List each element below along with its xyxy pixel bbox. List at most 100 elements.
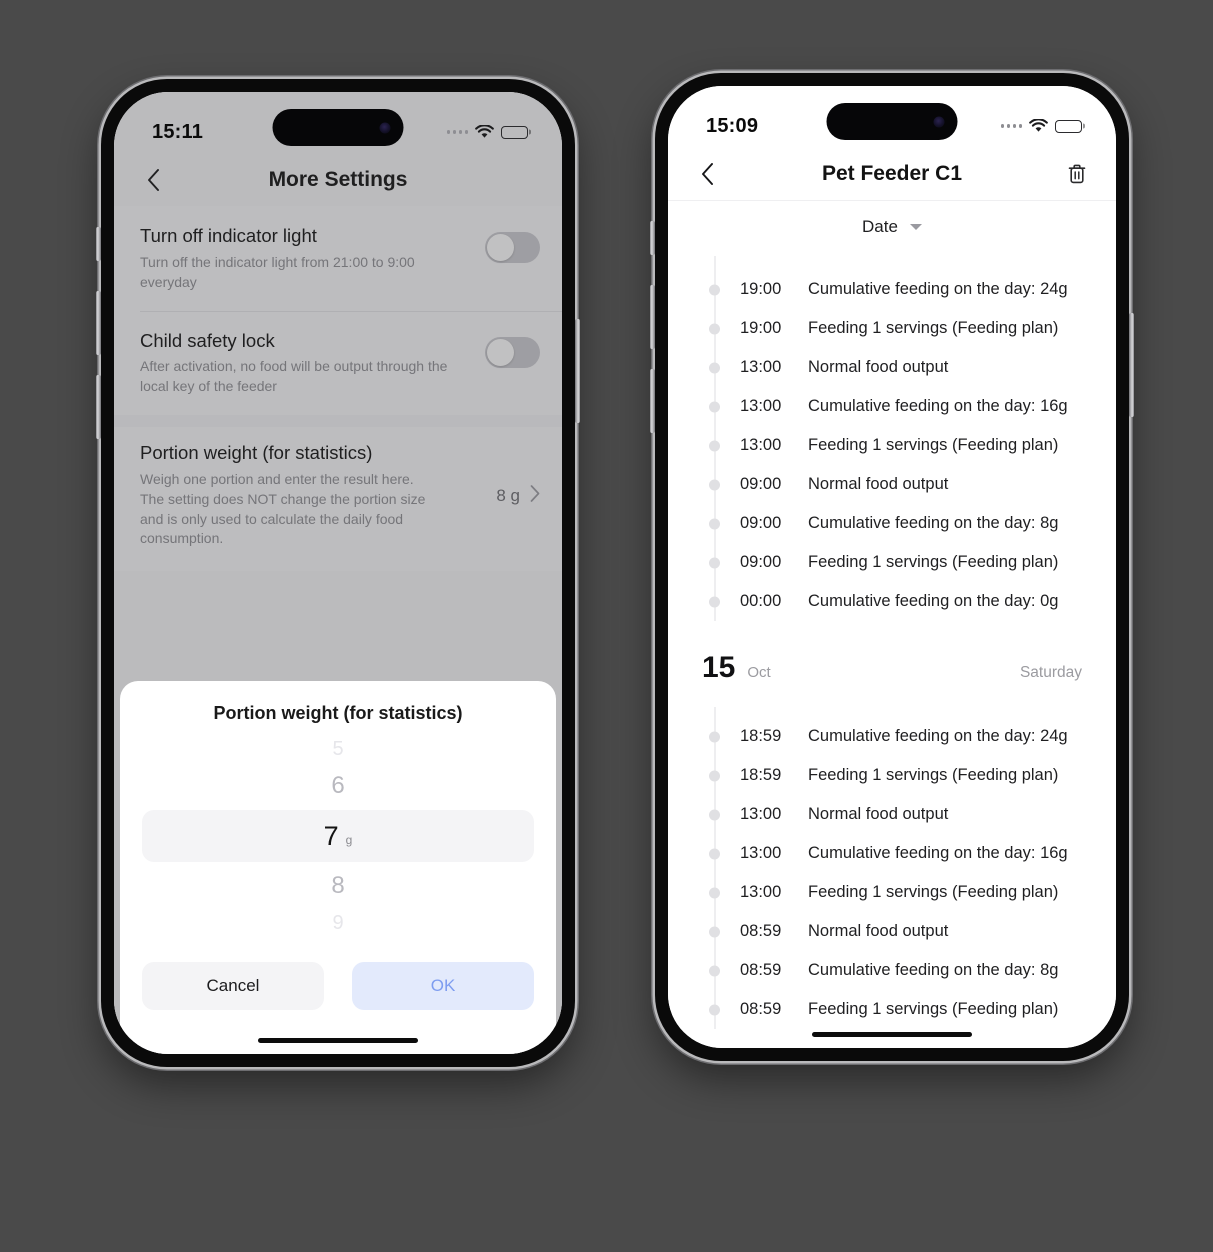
record-row[interactable]: 18:59 Feeding 1 servings (Feeding plan): [668, 756, 1116, 795]
record-row[interactable]: 09:00 Normal food output: [668, 465, 1116, 504]
front-camera-icon: [933, 116, 945, 127]
timeline-dot-icon: [709, 323, 720, 334]
phone-right-feeding-records: 15:09 Pet Feeder C1 Date 19:00 Cumulativ…: [650, 73, 1134, 1061]
power-button[interactable]: [575, 319, 580, 423]
record-time: 13:00: [740, 436, 782, 454]
record-row[interactable]: 19:00 Feeding 1 servings (Feeding plan): [668, 309, 1116, 348]
record-time: 08:59: [740, 961, 782, 979]
record-time: 13:00: [740, 883, 782, 901]
date-filter-label: Date: [862, 216, 898, 236]
mute-switch-button[interactable]: [96, 227, 101, 261]
picker-option[interactable]: 9: [142, 910, 534, 936]
record-row[interactable]: 08:59 Cumulative feeding on the day: 8g: [668, 951, 1116, 990]
record-row[interactable]: 18:59 Cumulative feeding on the day: 24g: [668, 717, 1116, 756]
record-row[interactable]: 13:00 Normal food output: [668, 795, 1116, 834]
mute-switch-button[interactable]: [650, 221, 655, 255]
record-row[interactable]: 13:00 Feeding 1 servings (Feeding plan): [668, 426, 1116, 465]
record-row[interactable]: 09:00 Cumulative feeding on the day: 8g: [668, 504, 1116, 543]
record-row[interactable]: 13:00 Normal food output: [668, 348, 1116, 387]
timeline-dot-icon: [709, 887, 720, 898]
date-separator: 15 Oct Saturday: [668, 621, 1116, 707]
ok-button[interactable]: OK: [352, 962, 534, 1010]
status-bar-indicators: [1000, 119, 1082, 133]
volume-down-button[interactable]: [650, 369, 655, 433]
phone-left-more-settings: 15:11 More Settings Turn off indicator l…: [96, 79, 580, 1067]
record-time: 08:59: [740, 1000, 782, 1018]
date-day: 15: [702, 651, 736, 684]
timeline-dot-icon: [709, 401, 720, 412]
record-row[interactable]: 08:59 Feeding 1 servings (Feeding plan): [668, 990, 1116, 1029]
home-indicator[interactable]: [258, 1037, 418, 1043]
dynamic-island: [826, 103, 958, 140]
record-text: Feeding 1 servings (Feeding plan): [808, 553, 1059, 571]
timeline-dot-icon: [709, 770, 720, 781]
power-button[interactable]: [1129, 313, 1134, 417]
record-text: Normal food output: [808, 475, 949, 493]
volume-up-button[interactable]: [650, 285, 655, 349]
delete-records-button[interactable]: [1060, 157, 1094, 191]
signal-dots-icon: [1000, 124, 1022, 128]
record-text: Cumulative feeding on the day: 8g: [808, 961, 1059, 979]
timeline-dot-icon: [709, 809, 720, 820]
timeline-dot-icon: [709, 557, 720, 568]
timeline-dot-icon: [709, 1004, 720, 1015]
timeline-dot-icon: [709, 596, 720, 607]
portion-weight-picker[interactable]: 5 6 7 g 8 9: [142, 736, 534, 936]
feeding-records-page: 15:09 Pet Feeder C1 Date 19:00 Cumulativ…: [668, 86, 1116, 1048]
record-time: 13:00: [740, 397, 782, 415]
picker-option[interactable]: 6: [142, 762, 534, 810]
dynamic-island: [272, 109, 404, 146]
record-row[interactable]: 08:59 Normal food output: [668, 912, 1116, 951]
volume-up-button[interactable]: [96, 291, 101, 355]
front-camera-icon: [379, 122, 391, 133]
record-row[interactable]: 13:00 Cumulative feeding on the day: 16g: [668, 387, 1116, 426]
wifi-icon: [1029, 119, 1048, 133]
record-time: 18:59: [740, 727, 782, 745]
record-row[interactable]: 09:00 Feeding 1 servings (Feeding plan): [668, 543, 1116, 582]
picker-option-selected[interactable]: 7 g: [142, 810, 534, 862]
volume-down-button[interactable]: [96, 375, 101, 439]
portion-weight-picker-sheet: Portion weight (for statistics) 5 6 7 g …: [120, 681, 556, 1054]
record-row[interactable]: 00:00 Cumulative feeding on the day: 0g: [668, 582, 1116, 621]
record-text: Cumulative feeding on the day: 24g: [808, 280, 1068, 298]
timeline-dot-icon: [709, 479, 720, 490]
timeline-dot-icon: [709, 440, 720, 451]
battery-icon: [501, 125, 528, 139]
signal-dots-icon: [446, 130, 468, 134]
picker-option[interactable]: 8: [142, 862, 534, 910]
more-settings-page: 15:11 More Settings Turn off indicator l…: [114, 92, 562, 1054]
feeding-records-timeline[interactable]: 19:00 Cumulative feeding on the day: 24g…: [668, 256, 1116, 1048]
cancel-button[interactable]: Cancel: [142, 962, 324, 1010]
record-text: Feeding 1 servings (Feeding plan): [808, 436, 1059, 454]
timeline-dot-icon: [709, 848, 720, 859]
picker-option[interactable]: 5: [142, 736, 534, 762]
back-button[interactable]: [690, 157, 724, 191]
battery-icon: [1055, 119, 1082, 133]
picker-unit-label: g: [345, 833, 353, 847]
right-screen: 15:09 Pet Feeder C1 Date 19:00 Cumulativ…: [668, 86, 1116, 1048]
screenshot-stage: 15:11 More Settings Turn off indicator l…: [0, 0, 1213, 1252]
wifi-icon: [475, 125, 494, 139]
timeline-dot-icon: [709, 284, 720, 295]
records-group: 18:59 Cumulative feeding on the day: 24g…: [668, 707, 1116, 1029]
status-bar-time: 15:11: [152, 120, 204, 143]
record-text: Cumulative feeding on the day: 8g: [808, 514, 1059, 532]
date-filter-dropdown[interactable]: Date: [668, 200, 1116, 252]
date-month: Oct: [747, 664, 771, 681]
record-time: 09:00: [740, 514, 782, 532]
record-text: Feeding 1 servings (Feeding plan): [808, 319, 1059, 337]
record-row[interactable]: 13:00 Feeding 1 servings (Feeding plan): [668, 873, 1116, 912]
status-bar-time: 15:09: [706, 114, 759, 137]
record-text: Cumulative feeding on the day: 0g: [808, 592, 1059, 610]
record-text: Feeding 1 servings (Feeding plan): [808, 883, 1059, 901]
record-time: 18:59: [740, 766, 782, 784]
record-row[interactable]: 19:00 Cumulative feeding on the day: 24g: [668, 270, 1116, 309]
record-time: 08:59: [740, 922, 782, 940]
picker-selected-value: 7: [323, 820, 339, 851]
home-indicator[interactable]: [812, 1031, 972, 1037]
record-row[interactable]: 13:00 Cumulative feeding on the day: 16g: [668, 834, 1116, 873]
record-text: Normal food output: [808, 922, 949, 940]
timeline-dot-icon: [709, 731, 720, 742]
record-time: 19:00: [740, 319, 782, 337]
sheet-actions: Cancel OK: [142, 962, 534, 1010]
